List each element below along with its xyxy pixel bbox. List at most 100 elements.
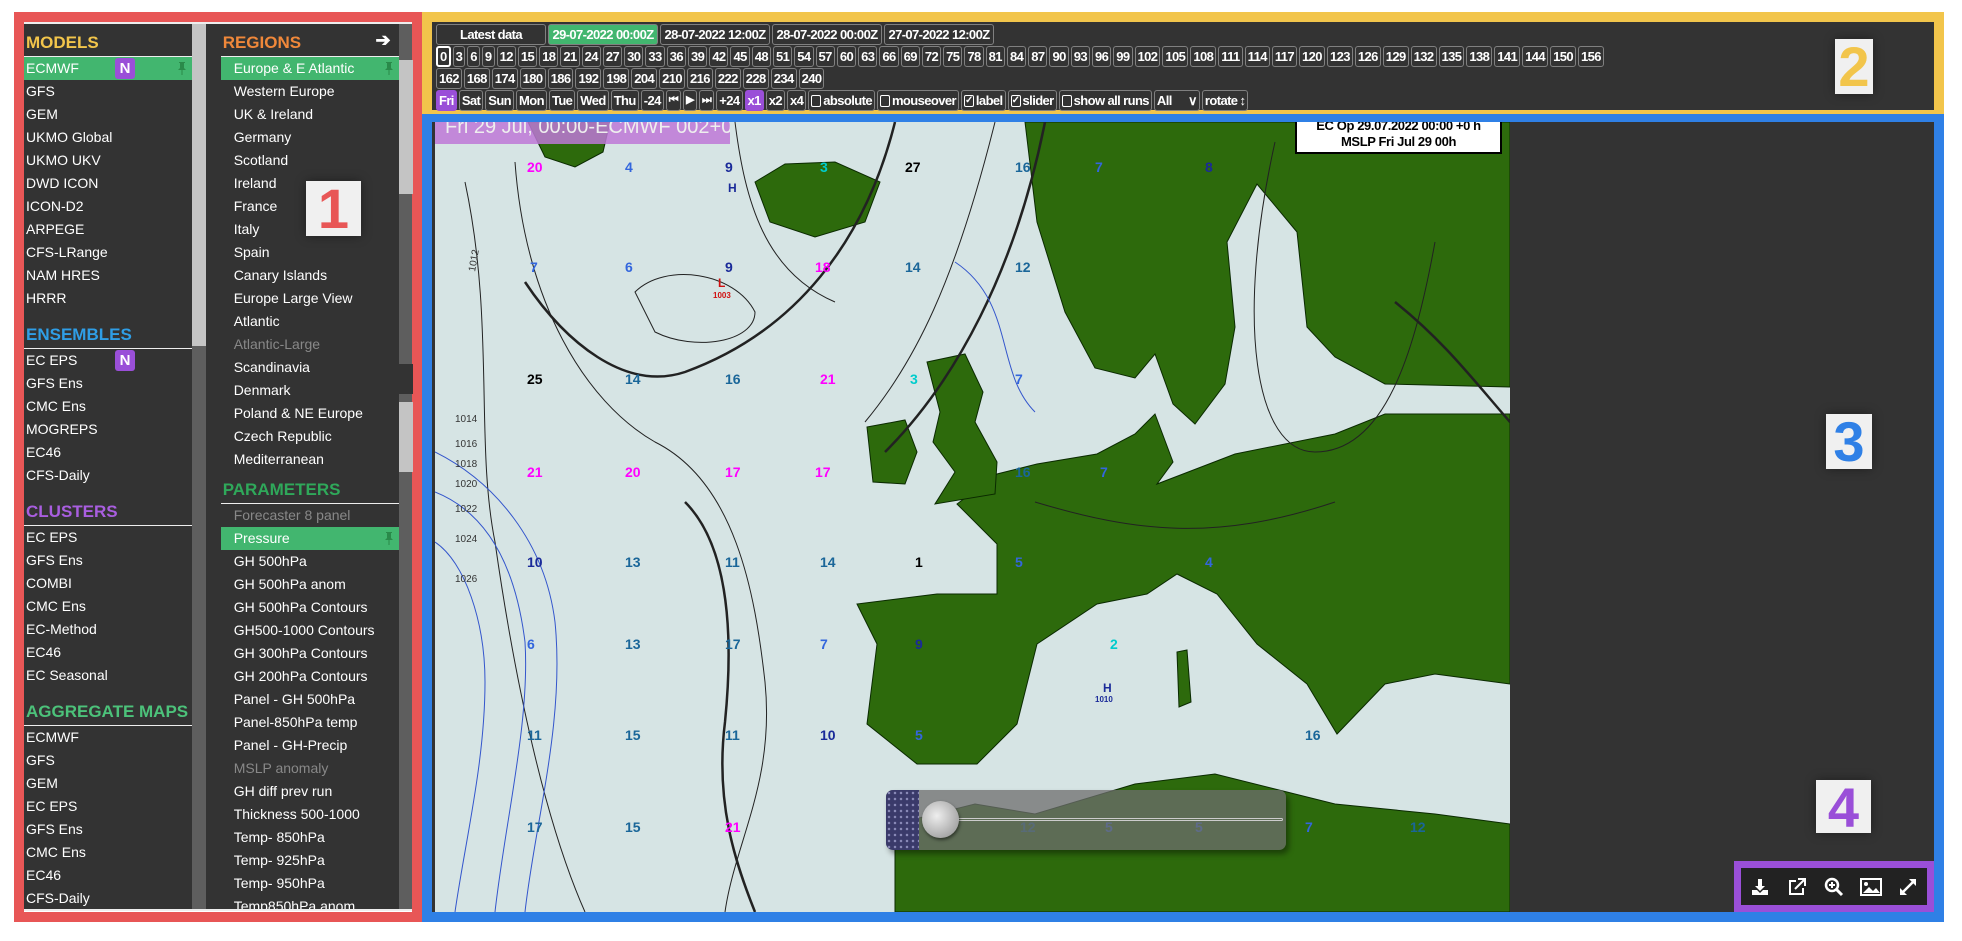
parameters-item[interactable]: GH 500hPa Contours	[221, 596, 399, 619]
hour-button[interactable]: 21	[560, 46, 580, 67]
hour-button[interactable]: 66	[879, 46, 899, 67]
parameters-item[interactable]: Temp- 950hPa	[221, 872, 399, 895]
checkbox-absolute[interactable]: absolute	[808, 90, 875, 111]
hour-button[interactable]: 126	[1354, 46, 1381, 67]
run-button[interactable]: Latest data	[436, 24, 546, 45]
control-+24[interactable]: +24	[716, 90, 743, 111]
control-Sat[interactable]: Sat	[458, 90, 484, 111]
regions-item[interactable]: Poland & NE Europe	[221, 402, 399, 425]
ensembles-item[interactable]: CFS-Daily	[24, 464, 192, 487]
slider-track[interactable]	[946, 818, 1283, 821]
parameters-scrollbar-thumb[interactable]	[398, 402, 413, 472]
checkbox-slider[interactable]: ✓ slider	[1007, 90, 1057, 111]
aggregate-item[interactable]: CFS-Daily	[24, 887, 192, 909]
checkbox-unchecked[interactable]	[879, 94, 890, 107]
clusters-item[interactable]: EC46	[24, 641, 192, 664]
run-button[interactable]: 27-07-2022 12:00Z	[884, 24, 994, 45]
checkbox-unchecked[interactable]	[811, 94, 822, 107]
models-item[interactable]: UKMO Global	[24, 126, 192, 149]
parameters-item[interactable]: Panel - GH-Precip	[221, 734, 399, 757]
download-icon[interactable]	[1749, 876, 1771, 898]
hour-button[interactable]: 150	[1550, 46, 1576, 67]
models-item[interactable]: CFS-LRange	[24, 241, 192, 264]
regions-item[interactable]: Scandinavia	[221, 356, 399, 379]
hour-button[interactable]: 96	[1092, 46, 1112, 67]
hour-button[interactable]: 6	[467, 46, 480, 67]
hour-button[interactable]: 48	[751, 46, 772, 67]
control-Wed[interactable]: Wed	[577, 90, 609, 111]
parameters-item[interactable]: GH 500hPa	[221, 550, 399, 573]
hour-button[interactable]: 54	[794, 46, 814, 67]
hour-button[interactable]: 81	[985, 46, 1005, 67]
hour-button[interactable]: 42	[709, 46, 729, 67]
hour-button[interactable]: 93	[1070, 46, 1090, 67]
pin-icon[interactable]	[178, 62, 187, 75]
hour-button[interactable]: 111	[1218, 46, 1243, 67]
hour-button[interactable]: 30	[624, 46, 644, 67]
control-Thu[interactable]: Thu	[610, 90, 639, 111]
control-Sun[interactable]: Sun	[485, 90, 515, 111]
hour-button[interactable]: 186	[547, 68, 574, 89]
pin-icon[interactable]	[384, 62, 393, 75]
clusters-item[interactable]: COMBI	[24, 572, 192, 595]
models-item[interactable]: GEM	[24, 103, 192, 126]
hour-button[interactable]: 18	[539, 46, 559, 67]
zoom-in-icon[interactable]	[1823, 876, 1845, 898]
hour-button[interactable]: 141	[1494, 46, 1521, 67]
checkbox-label[interactable]: ✓ label	[960, 90, 1006, 111]
run-button[interactable]: 28-07-2022 00:00Z	[772, 24, 882, 45]
regions-item[interactable]: Europe Large View	[221, 287, 399, 310]
hour-button[interactable]: 135	[1438, 46, 1465, 67]
models-item[interactable]: UKMO UKV	[24, 149, 192, 172]
hour-button[interactable]: 87	[1028, 46, 1048, 67]
parameters-item[interactable]: GH 500hPa anom	[221, 573, 399, 596]
hour-button[interactable]: 39	[687, 46, 708, 67]
hour-button[interactable]: 36	[666, 46, 686, 67]
regions-item[interactable]: UK & Ireland	[221, 103, 399, 126]
play-button[interactable]: ▶	[683, 90, 697, 111]
parameters-item[interactable]: Panel-850hPa temp	[221, 711, 399, 734]
parameters-item[interactable]: Pressure	[220, 527, 399, 550]
image-icon[interactable]	[1860, 876, 1883, 898]
hour-button[interactable]: 222	[714, 68, 741, 89]
hour-button[interactable]: 156	[1577, 46, 1604, 67]
regions-item[interactable]: Mediterranean	[221, 448, 399, 471]
hour-button[interactable]: 24	[581, 46, 601, 67]
control--24[interactable]: -24	[640, 90, 664, 111]
clusters-item[interactable]: EC EPS	[24, 526, 192, 549]
parameters-item[interactable]: GH 300hPa Contours	[221, 642, 399, 665]
parameters-item[interactable]: Temp- 850hPa	[221, 826, 399, 849]
hour-button[interactable]: 234	[770, 68, 797, 89]
parameters-item[interactable]: Temp- 925hPa	[221, 849, 399, 872]
run-button[interactable]: 29-07-2022 00:00Z	[548, 24, 658, 45]
hour-button[interactable]: 3	[452, 46, 466, 67]
hour-button[interactable]: 78	[964, 46, 984, 67]
control-x2[interactable]: x2	[765, 90, 786, 111]
hour-button[interactable]: 144	[1522, 46, 1549, 67]
aggregate-item[interactable]: CMC Ens	[24, 841, 192, 864]
models-scrollbar[interactable]	[192, 24, 207, 909]
parameters-item[interactable]: GH500-1000 Contours	[221, 619, 399, 642]
parameters-item[interactable]: GH diff prev run	[221, 780, 399, 803]
regions-item[interactable]: Europe & E Atlantic	[220, 57, 399, 80]
regions-scrollbar[interactable]	[398, 24, 413, 909]
regions-item[interactable]: Canary Islands	[221, 264, 399, 287]
checkbox-mouseover[interactable]: mouseover	[876, 90, 959, 111]
models-item[interactable]: GFS	[24, 80, 192, 103]
hour-button[interactable]: 117	[1271, 46, 1298, 67]
parameters-item[interactable]: Temp850hPa anom	[221, 895, 399, 909]
control-x1[interactable]: x1	[744, 90, 764, 111]
hour-button[interactable]: 63	[858, 46, 878, 67]
regions-item[interactable]: Scotland	[221, 149, 399, 172]
hour-button[interactable]: 102	[1134, 46, 1161, 67]
aggregate-item[interactable]: GEM	[24, 772, 192, 795]
models-item[interactable]: ICON-D2	[24, 195, 192, 218]
hour-button[interactable]: 120	[1299, 46, 1325, 67]
hour-button[interactable]: 132	[1410, 46, 1437, 67]
hour-button[interactable]: 210	[659, 68, 686, 89]
regions-scrollbar-thumb[interactable]	[398, 60, 413, 194]
hour-button[interactable]: 123	[1326, 46, 1353, 67]
ensembles-item[interactable]: GFS Ens	[24, 372, 192, 395]
skip-forward-button[interactable]: ⏭	[698, 90, 715, 111]
control-Mon[interactable]: Mon	[516, 90, 547, 111]
